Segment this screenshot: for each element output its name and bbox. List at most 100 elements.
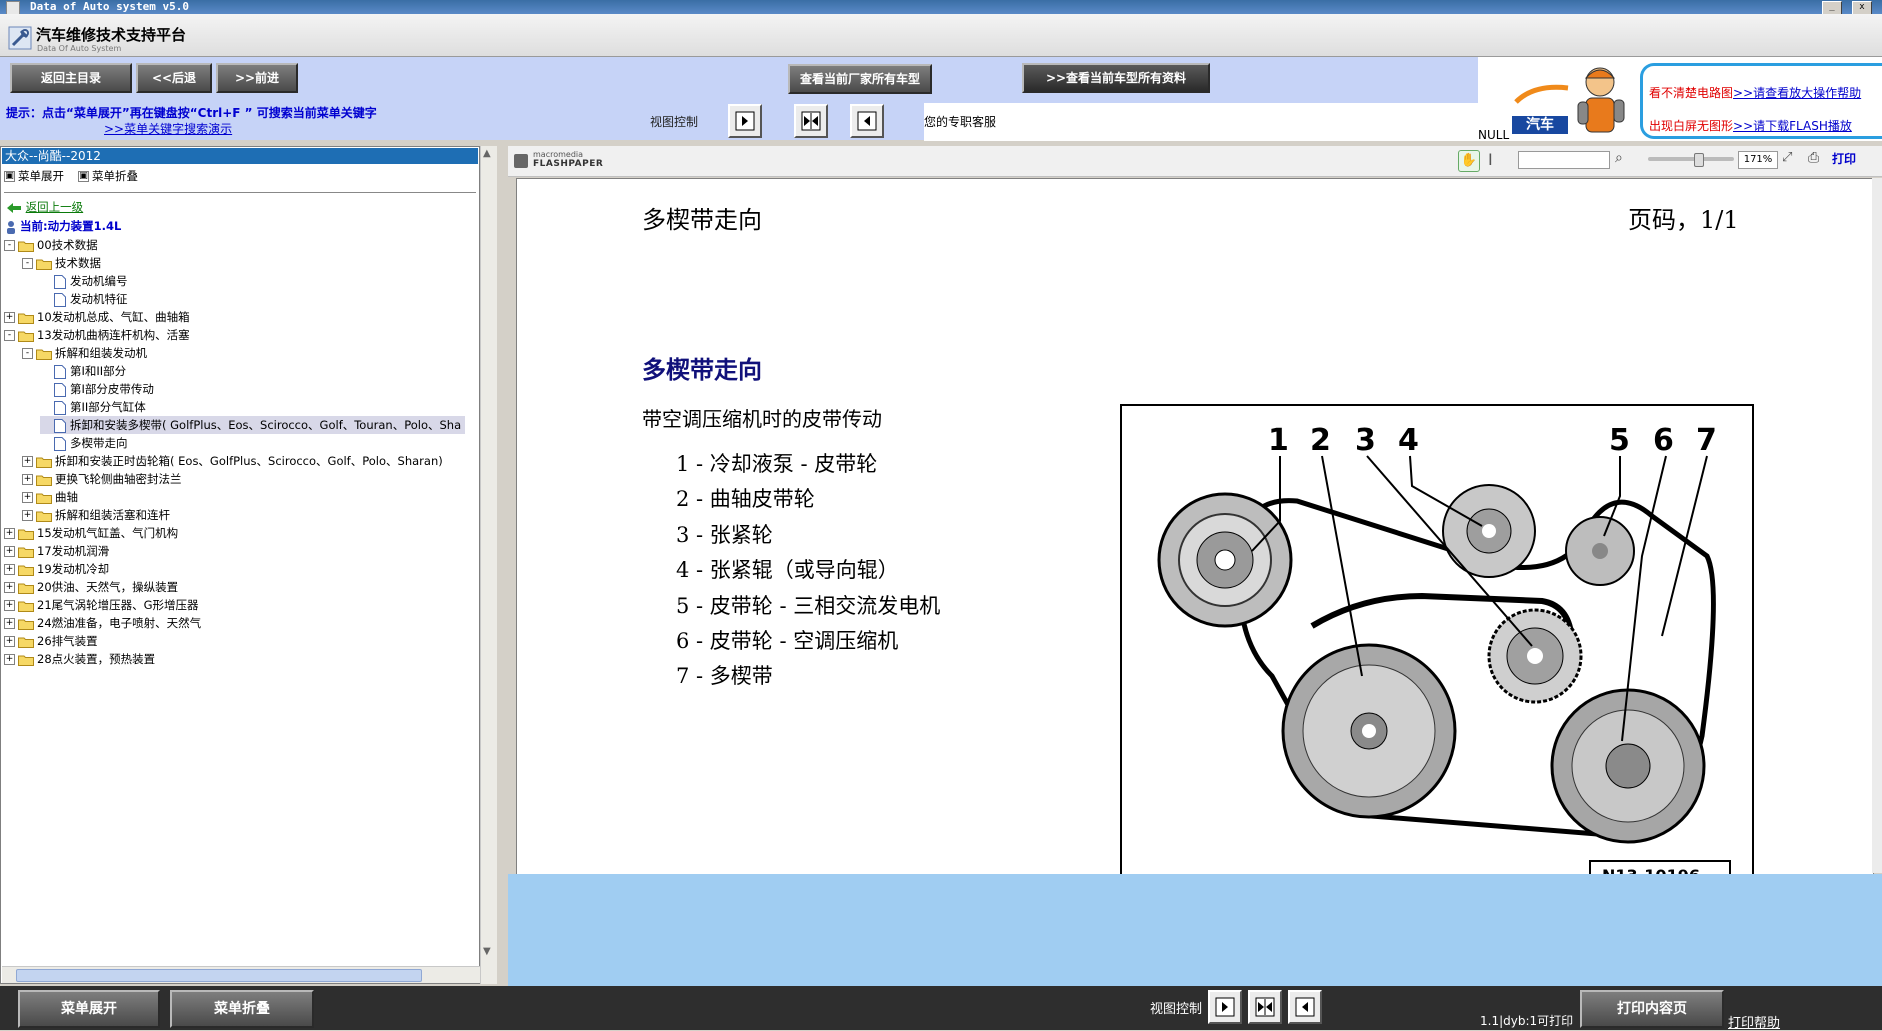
tree-folder-item[interactable]: +20供油、天然气，操纵装置: [4, 578, 178, 596]
bottom-view-split-button[interactable]: [1248, 990, 1282, 1024]
folder-icon: [18, 637, 34, 648]
view-split-button[interactable]: [794, 104, 828, 138]
search-icon[interactable]: ⌕: [1615, 150, 1623, 166]
sidebar-collapse-link[interactable]: ▣ 菜单折叠: [78, 168, 138, 184]
expand-node-icon[interactable]: +: [4, 312, 15, 323]
expand-node-icon[interactable]: +: [4, 618, 15, 629]
expand-node-icon[interactable]: +: [22, 474, 33, 485]
tree-folder-item[interactable]: + 曲轴: [22, 488, 78, 506]
search-demo-link[interactable]: >>菜单关键字搜索演示: [104, 120, 232, 137]
app-subtitle: Data Of Auto System: [37, 44, 122, 53]
figure-number-2: 2: [1310, 423, 1331, 458]
zoom-slider-thumb[interactable]: [1694, 153, 1704, 167]
tree-folder-item[interactable]: + 拆卸和安装正时齿轮箱( Eos、GolfPlus、Scirocco、Golf、…: [22, 452, 443, 470]
tree-folder-item[interactable]: +28点火装置，预热装置: [4, 650, 155, 668]
tree-folder-item[interactable]: - 拆解和组装发动机: [22, 344, 147, 362]
expand-node-icon[interactable]: +: [22, 456, 33, 467]
belt-diagram: 1234567 N13-10196: [1120, 404, 1754, 876]
close-icon[interactable]: x: [1852, 1, 1872, 15]
arrow-left-icon: [857, 111, 877, 131]
tree-folder-item[interactable]: + 拆解和组装活塞和连杆: [22, 506, 170, 524]
tree-folder-item[interactable]: +17发动机润滑: [4, 542, 109, 560]
tree-item-label: 15发动机气缸盖、气门机构: [37, 526, 179, 540]
bottom-expand-button[interactable]: 菜单展开: [18, 990, 160, 1028]
tree-doc-item[interactable]: 拆卸和安装多楔带( GolfPlus、Eos、Scirocco、Golf、Tou…: [40, 416, 466, 434]
all-docs-button[interactable]: >>查看当前车型所有资料: [1022, 63, 1210, 93]
expand-node-icon[interactable]: +: [4, 564, 15, 575]
all-models-button[interactable]: 查看当前厂家所有车型: [788, 64, 932, 94]
horizontal-scrollbar[interactable]: [2, 966, 480, 983]
back-main-button[interactable]: 返回主目录: [10, 63, 132, 93]
tree-doc-item[interactable]: 发动机编号: [40, 272, 128, 290]
tree-doc-item[interactable]: 第I部分皮带传动: [40, 380, 154, 398]
view-full-button[interactable]: [850, 104, 884, 138]
tree-folder-item[interactable]: +24燃油准备，电子喷射、天然气: [4, 614, 201, 632]
print-help-link[interactable]: 打印帮助: [1728, 1012, 1780, 1031]
tree-doc-item[interactable]: 发动机特征: [40, 290, 128, 308]
tree-doc-item[interactable]: 第I和II部分: [40, 362, 126, 380]
tree-folder-item[interactable]: +19发动机冷却: [4, 560, 109, 578]
flashpaper-logo-icon: [514, 154, 528, 168]
bottom-view-full-button[interactable]: [1288, 990, 1322, 1024]
tree-doc-item[interactable]: 第II部分气缸体: [40, 398, 146, 416]
flash-download-link[interactable]: >>请下载FLASH播放: [1733, 119, 1852, 133]
view-single-page-button[interactable]: [728, 104, 762, 138]
doc-item: 7 - 多楔带: [676, 664, 773, 689]
tree-doc-item[interactable]: 多楔带走向: [40, 434, 128, 452]
vertical-scrollbar[interactable]: ▲ ▼: [480, 146, 497, 984]
fit-icon[interactable]: ⤢: [1782, 150, 1792, 165]
folder-icon: [18, 655, 34, 666]
figure-number-labels: 1234 567: [1268, 423, 1717, 458]
bottom-view-single-button[interactable]: [1208, 990, 1242, 1024]
expand-node-icon[interactable]: +: [22, 510, 33, 521]
document-icon: [54, 382, 66, 397]
viewer-scrollbar[interactable]: [1872, 178, 1882, 873]
collapse-node-icon[interactable]: -: [22, 348, 33, 359]
minimize-icon[interactable]: _: [1822, 1, 1842, 15]
expand-node-icon[interactable]: +: [4, 654, 15, 665]
find-input[interactable]: [1518, 151, 1610, 169]
collapse-icon: ▣: [78, 171, 89, 182]
sidebar-expand-link[interactable]: ▣ 菜单展开: [4, 168, 64, 184]
tree-folder-item[interactable]: - 13发动机曲柄连杆机构、活塞: [4, 326, 190, 344]
collapse-node-icon[interactable]: -: [4, 240, 15, 251]
tree-folder-item[interactable]: +26排气装置: [4, 632, 98, 650]
tree-folder-item[interactable]: - 00技术数据: [4, 236, 98, 254]
print-content-button[interactable]: 打印内容页: [1580, 990, 1724, 1028]
expand-node-icon[interactable]: +: [4, 600, 15, 611]
user-icon: [7, 220, 15, 234]
zoom-slider[interactable]: [1648, 153, 1734, 167]
text-select-icon[interactable]: I: [1488, 150, 1493, 169]
expand-node-icon[interactable]: +: [4, 546, 15, 557]
bottom-collapse-button[interactable]: 菜单折叠: [170, 990, 314, 1028]
scroll-down-arrow-icon[interactable]: ▼: [483, 946, 491, 957]
zoom-value[interactable]: 171%: [1738, 151, 1778, 169]
tree-item-label: 17发动机润滑: [37, 544, 110, 558]
tree-folder-item[interactable]: +15发动机气缸盖、气门机构: [4, 524, 178, 542]
scroll-thumb[interactable]: [16, 969, 422, 982]
tree-folder-item[interactable]: - 技术数据: [22, 254, 101, 272]
print-icon[interactable]: ⎙: [1808, 150, 1819, 166]
expand-node-icon[interactable]: +: [4, 636, 15, 647]
document-icon: [54, 418, 66, 433]
pulley-3-icon: [1487, 608, 1583, 704]
back-up-link[interactable]: 返回上一级: [6, 199, 83, 215]
print-link[interactable]: 打印: [1832, 150, 1856, 167]
hand-tool-icon[interactable]: ✋: [1458, 150, 1480, 172]
zoom-help-link[interactable]: >>请查看放大操作帮助: [1733, 86, 1861, 100]
tree-item-label: 13发动机曲柄连杆机构、活塞: [37, 328, 190, 342]
forward-button[interactable]: >>前进: [216, 63, 298, 93]
tree-folder-item[interactable]: + 更换飞轮侧曲轴密封法兰: [22, 470, 182, 488]
tree-folder-item[interactable]: +21尾气涡轮增压器、G形增压器: [4, 596, 199, 614]
expand-node-icon[interactable]: +: [22, 492, 33, 503]
folder-icon: [36, 511, 52, 522]
scroll-up-arrow-icon[interactable]: ▲: [483, 148, 491, 159]
collapse-node-icon[interactable]: -: [4, 330, 15, 341]
expand-node-icon[interactable]: +: [4, 528, 15, 539]
ad-line-2-prefix: 出现白屏无图形: [1649, 119, 1734, 133]
expand-node-icon[interactable]: +: [4, 582, 15, 593]
back-button[interactable]: <<后退: [136, 63, 212, 93]
collapse-node-icon[interactable]: -: [22, 258, 33, 269]
document-icon: [54, 436, 66, 451]
tree-folder-item[interactable]: +10发动机总成、气缸、曲轴箱: [4, 308, 190, 326]
